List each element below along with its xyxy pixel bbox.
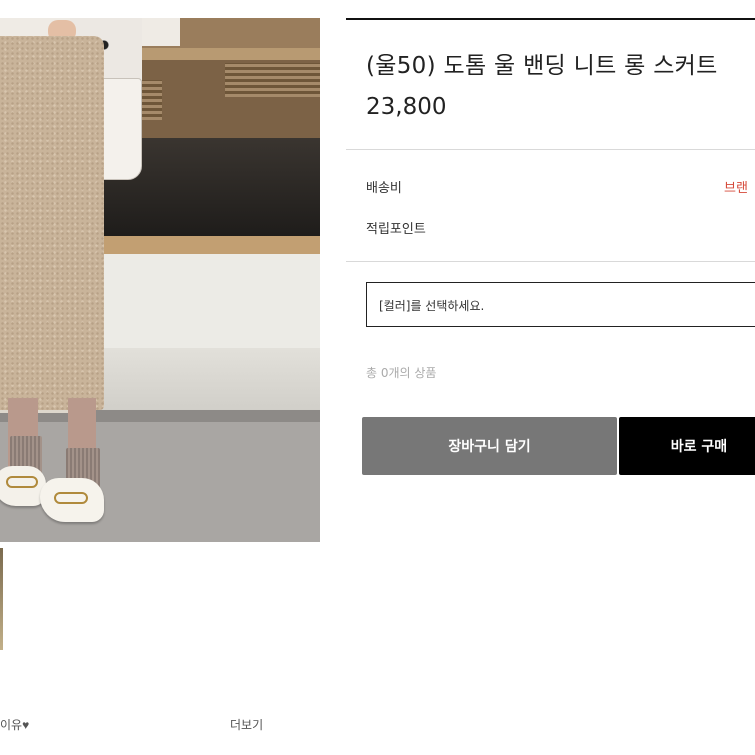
buy-now-label: 바로 구매	[670, 439, 728, 455]
product-price: 23,800	[366, 94, 447, 120]
shipping-label: 배송비	[366, 181, 402, 196]
divider	[346, 149, 755, 150]
review-snippet[interactable]: 이유♥	[0, 716, 29, 733]
total-count: 총 0개의 상품	[366, 366, 437, 380]
top-divider	[346, 18, 755, 20]
buy-now-button[interactable]: 바로 구매	[619, 417, 755, 475]
product-main-image[interactable]	[0, 18, 320, 542]
photo-horsebit	[6, 476, 38, 488]
product-title: (울50) 도톰 울 밴딩 니트 롱 스커트	[366, 53, 718, 79]
add-to-cart-button[interactable]: 장바구니 담기	[362, 417, 617, 475]
color-option-placeholder: [컬러]를 선택하세요.	[379, 299, 485, 313]
photo-vent	[225, 63, 320, 97]
photo-stone-shade	[90, 348, 320, 418]
photo-ledge	[90, 236, 320, 254]
photo-horsebit	[54, 492, 88, 504]
more-link[interactable]: 더보기	[230, 716, 263, 733]
photo-knit-skirt	[0, 36, 104, 410]
color-option-select[interactable]: [컬러]를 선택하세요.	[366, 282, 755, 327]
divider	[346, 261, 755, 262]
shipping-value: 브랜	[724, 181, 748, 196]
add-to-cart-label: 장바구니 담기	[448, 439, 531, 455]
photo-pavement	[0, 410, 320, 542]
thumbnail-image[interactable]	[0, 548, 3, 650]
points-label: 적립포인트	[366, 222, 426, 237]
